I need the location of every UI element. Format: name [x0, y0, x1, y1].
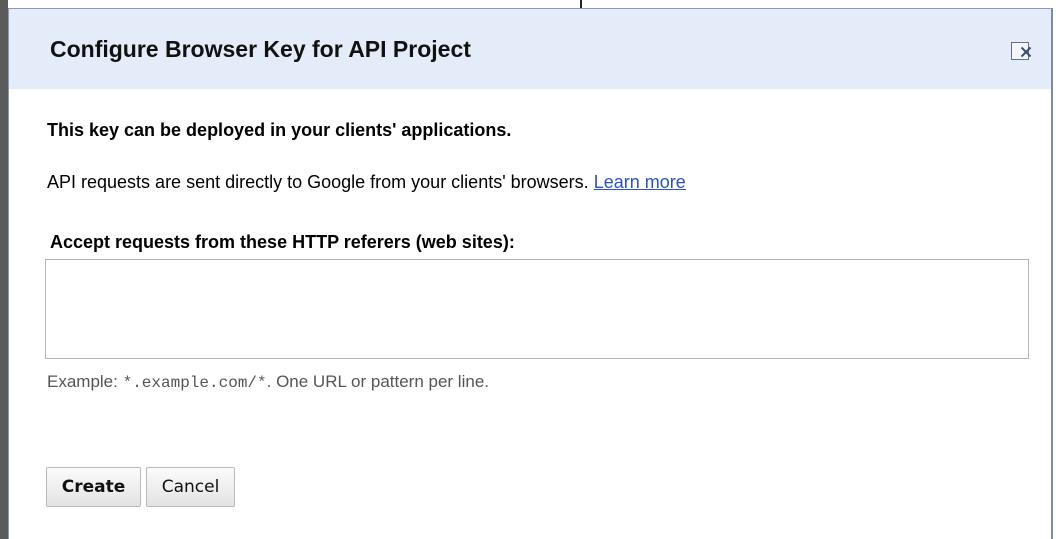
learn-more-link[interactable]: Learn more [594, 172, 686, 192]
hint-prefix: Example: [47, 372, 123, 391]
configure-key-dialog: Configure Browser Key for API Project Th… [8, 8, 1053, 539]
referers-hint: Example: *.example.com/*. One URL or pat… [47, 372, 489, 392]
dialog-description: API requests are sent directly to Google… [47, 172, 686, 193]
background-window-edge [0, 0, 8, 539]
dialog-title: Configure Browser Key for API Project [50, 36, 471, 62]
background-window-right [1055, 0, 1063, 539]
description-text: API requests are sent directly to Google… [47, 172, 589, 192]
dialog-titlebar: Configure Browser Key for API Project [9, 9, 1051, 89]
background-window-fragment [580, 0, 582, 8]
referers-input[interactable] [45, 259, 1029, 359]
dialog-heading: This key can be deployed in your clients… [47, 120, 512, 140]
hint-example-code: *.example.com/* [122, 374, 267, 392]
create-button[interactable]: Create [46, 467, 141, 507]
referers-label: Accept requests from these HTTP referers… [50, 232, 515, 252]
close-icon [1020, 46, 1032, 58]
cancel-button[interactable]: Cancel [146, 467, 235, 507]
close-button[interactable] [1011, 42, 1032, 60]
background-window-top [8, 0, 1055, 8]
screen: Configure Browser Key for API Project Th… [0, 0, 1063, 539]
hint-suffix: . One URL or pattern per line. [266, 372, 489, 391]
